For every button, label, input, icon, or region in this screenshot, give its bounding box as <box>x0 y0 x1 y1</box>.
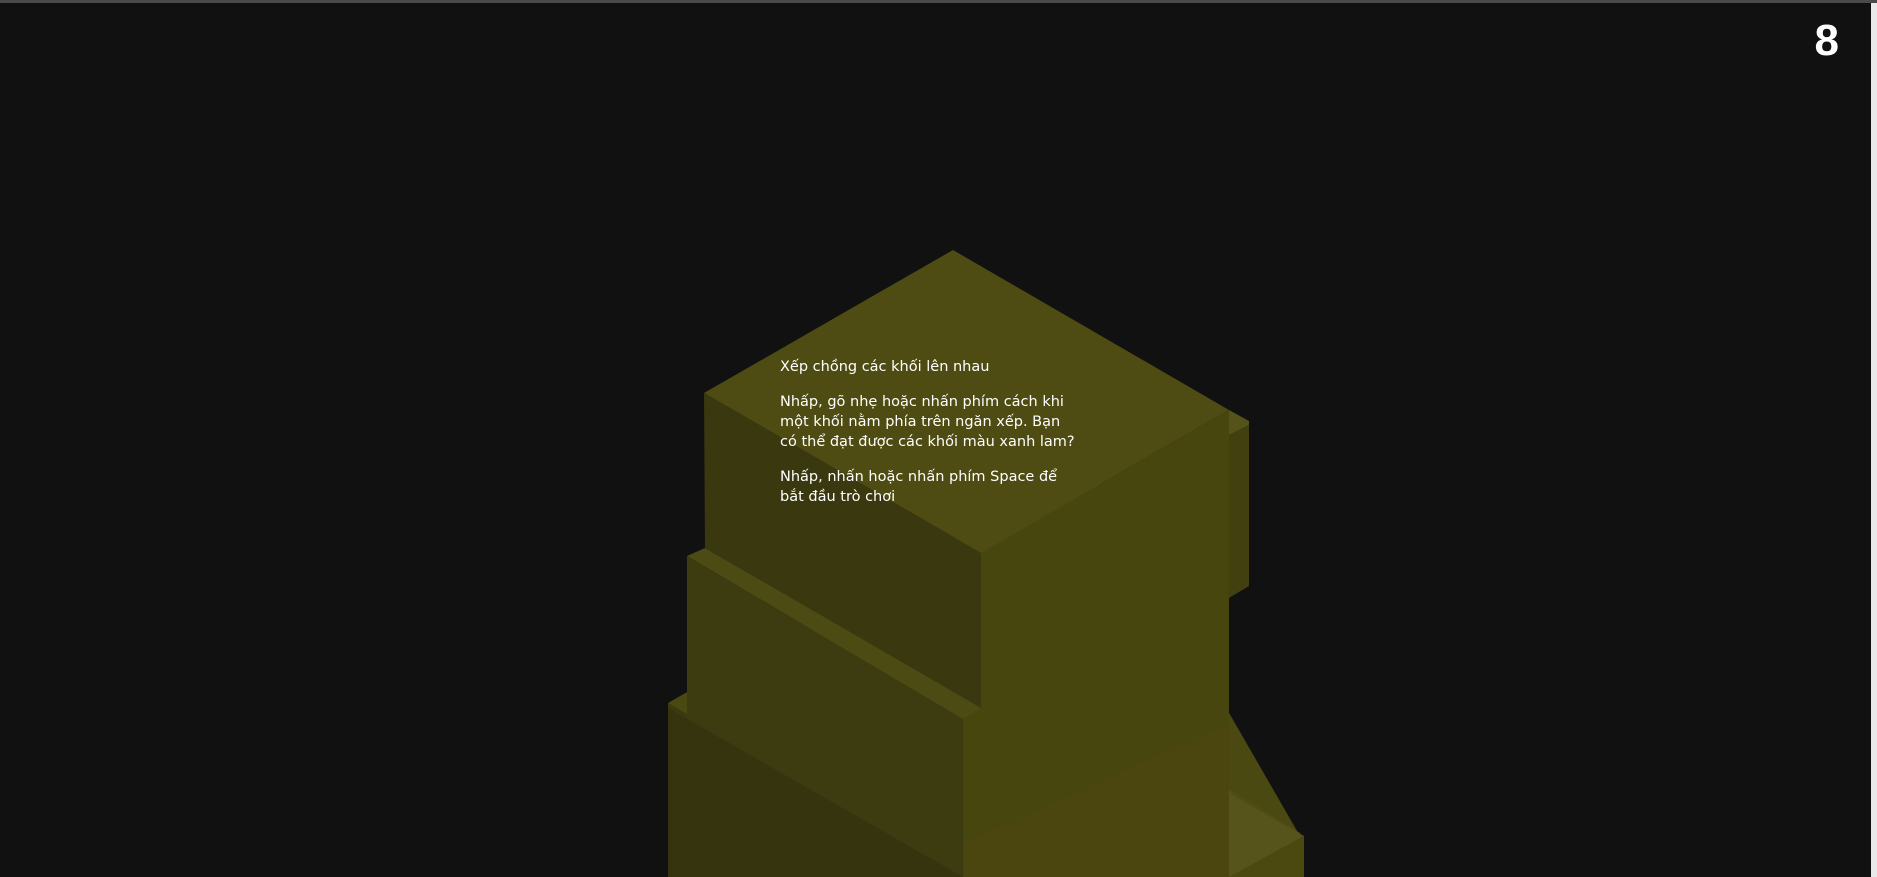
instructions-panel: Xếp chồng các khối lên nhau Nhấp, gõ nhẹ… <box>780 357 1080 522</box>
instructions-title: Xếp chồng các khối lên nhau <box>780 359 990 375</box>
game-canvas[interactable]: 8 Xếp chồng các khối lên nhau Nhấp, gõ n… <box>0 3 1871 877</box>
window-scrollbar <box>1871 3 1877 877</box>
instructions-start: Nhấp, nhấn hoặc nhấn phím Space để bắt đ… <box>780 469 1058 505</box>
block-right-face <box>1229 425 1249 598</box>
moving-block <box>1229 410 1249 598</box>
instructions-body: Nhấp, gõ nhẹ hoặc nhấn phím cách khi một… <box>780 394 1075 450</box>
score-counter: 8 <box>1814 16 1839 65</box>
